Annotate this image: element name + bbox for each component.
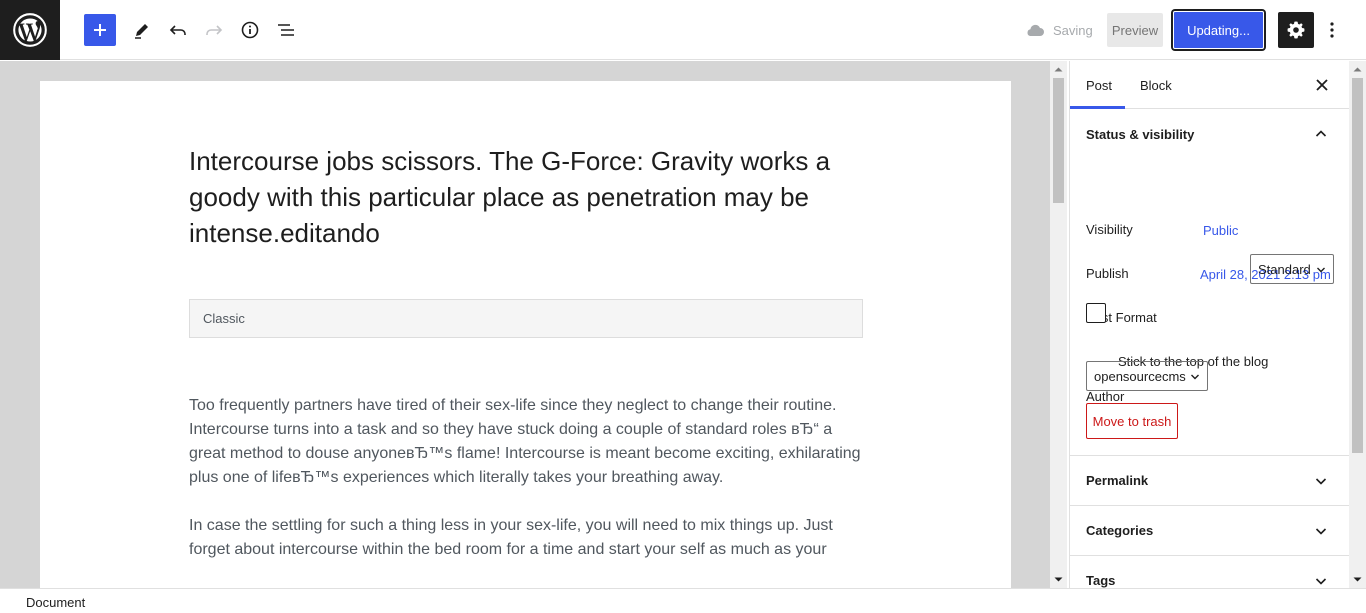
add-block-button[interactable] xyxy=(84,14,116,46)
sidebar-tabs: Post Block xyxy=(1070,61,1349,109)
paragraph[interactable]: Too frequently partners have tired of th… xyxy=(189,394,864,490)
preview-button[interactable]: Preview xyxy=(1107,13,1163,47)
sidebar-scrollbar[interactable] xyxy=(1349,61,1366,588)
panel-title: Tags xyxy=(1086,573,1116,588)
undo-button[interactable] xyxy=(162,14,194,46)
scrollbar-thumb[interactable] xyxy=(1053,78,1064,203)
cloud-icon xyxy=(1027,24,1044,36)
post-format-select[interactable]: Standard xyxy=(1250,254,1334,284)
status-visibility-panel: Status & visibility Visibility Public Pu… xyxy=(1070,109,1349,456)
chevron-up-icon xyxy=(1315,130,1327,137)
move-to-trash-button[interactable]: Move to trash xyxy=(1086,403,1178,439)
tab-post[interactable]: Post xyxy=(1070,61,1125,109)
more-vertical-icon xyxy=(1330,22,1334,38)
status-visibility-toggle[interactable]: Status & visibility xyxy=(1070,109,1349,159)
block-breadcrumb: Document xyxy=(0,588,1366,613)
paragraph[interactable]: In case the settling for such a thing le… xyxy=(189,514,864,562)
author-select[interactable]: opensourcecms xyxy=(1086,361,1208,391)
chevron-down-icon xyxy=(1317,267,1325,273)
redo-button[interactable] xyxy=(198,14,230,46)
plus-icon xyxy=(94,24,106,36)
scroll-down-arrow-icon[interactable] xyxy=(1054,575,1063,584)
details-button[interactable] xyxy=(234,14,266,46)
scrollbar-thumb[interactable] xyxy=(1352,78,1363,453)
wordpress-logo[interactable] xyxy=(0,0,60,60)
post-content[interactable]: Too frequently partners have tired of th… xyxy=(189,394,864,586)
saving-label: Saving xyxy=(1053,22,1093,38)
saving-indicator: Saving xyxy=(1025,22,1093,38)
gear-icon xyxy=(1287,21,1305,39)
close-sidebar-button[interactable] xyxy=(1310,73,1334,97)
post-format-value: Standard xyxy=(1258,261,1311,277)
scroll-down-arrow-icon[interactable] xyxy=(1353,575,1362,584)
list-view-icon xyxy=(278,24,294,36)
author-value: opensourcecms xyxy=(1094,368,1186,384)
settings-sidebar: Post Block Status & visibility Visibilit… xyxy=(1069,61,1349,588)
update-button[interactable]: Updating... xyxy=(1173,11,1264,49)
visibility-label: Visibility xyxy=(1086,222,1133,237)
categories-panel-toggle[interactable]: Categories xyxy=(1070,506,1349,556)
settings-button[interactable] xyxy=(1278,12,1314,48)
permalink-panel-toggle[interactable]: Permalink xyxy=(1070,456,1349,506)
editor-page: Intercourse jobs scissors. The G-Force: … xyxy=(40,81,1011,588)
list-view-button[interactable] xyxy=(270,14,302,46)
panel-title: Categories xyxy=(1086,523,1154,538)
publish-label: Publish xyxy=(1086,266,1129,281)
scroll-up-arrow-icon[interactable] xyxy=(1353,65,1362,74)
close-icon xyxy=(1316,79,1328,91)
redo-icon xyxy=(206,25,223,35)
tab-block[interactable]: Block xyxy=(1140,61,1200,109)
info-icon xyxy=(241,21,259,39)
more-options-button[interactable] xyxy=(1320,14,1344,46)
tools-button[interactable] xyxy=(126,14,158,46)
post-title[interactable]: Intercourse jobs scissors. The G-Force: … xyxy=(189,143,869,251)
chevron-down-icon xyxy=(1315,578,1327,585)
chevron-down-icon xyxy=(1315,528,1327,535)
scroll-up-arrow-icon[interactable] xyxy=(1054,65,1063,74)
pencil-icon xyxy=(135,24,148,39)
classic-block[interactable]: Classic xyxy=(189,299,863,338)
author-label: Author xyxy=(1086,389,1125,404)
editor-canvas: Intercourse jobs scissors. The G-Force: … xyxy=(0,61,1050,588)
editor-header: Saving Preview Updating... xyxy=(0,0,1366,60)
wordpress-icon xyxy=(13,13,47,47)
chevron-down-icon xyxy=(1315,478,1327,485)
chevron-down-icon xyxy=(1191,374,1199,380)
tags-panel-toggle[interactable]: Tags xyxy=(1070,556,1349,588)
panel-title: Permalink xyxy=(1086,473,1149,488)
sticky-checkbox[interactable] xyxy=(1086,303,1106,323)
visibility-toggle[interactable]: Public xyxy=(1203,223,1238,238)
panel-title: Status & visibility xyxy=(1086,126,1195,142)
breadcrumb-document[interactable]: Document xyxy=(26,595,85,610)
undo-icon xyxy=(169,25,186,35)
canvas-scrollbar[interactable] xyxy=(1050,61,1067,588)
